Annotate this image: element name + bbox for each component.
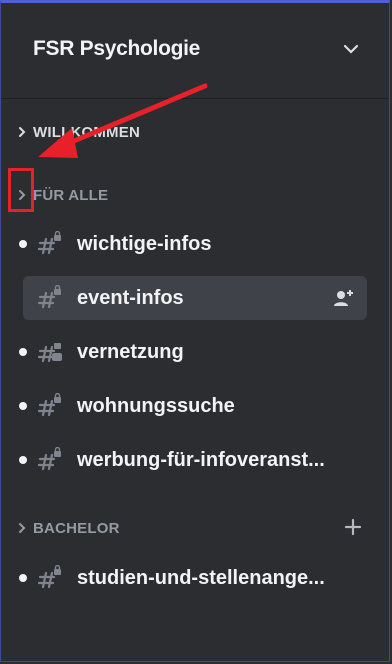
category-bachelor[interactable]: BACHELOR: [15, 516, 120, 540]
unread-indicator: [19, 348, 27, 356]
channel-label: studien-und-stellenange...: [77, 566, 325, 589]
channel-vernetzung[interactable]: vernetzung: [19, 330, 367, 374]
server-name: FSR Psychologie: [33, 37, 201, 60]
category-willkommen[interactable]: WILLKOMMEN: [15, 120, 140, 144]
annotation-highlight-box: [8, 168, 34, 212]
chevron-right-icon: [19, 523, 26, 533]
locked-hash-icon: [37, 231, 61, 255]
channel-werbung-fuer-infoveranstaltungen[interactable]: werbung-für-infoveranst...: [19, 438, 367, 482]
forum-hash-icon: [37, 343, 62, 363]
unread-indicator: [19, 240, 27, 248]
plus-icon[interactable]: [343, 517, 363, 537]
channel-label: werbung-für-infoveranst...: [77, 448, 325, 471]
locked-hash-icon: [37, 447, 61, 471]
chevron-right-icon: [19, 127, 26, 137]
unread-indicator: [19, 456, 27, 464]
channel-label: wohnungssuche: [77, 394, 235, 417]
unread-indicator: [19, 402, 27, 410]
category-label: FÜR ALLE: [33, 186, 109, 204]
category-label: WILLKOMMEN: [33, 123, 140, 141]
chevron-down-icon[interactable]: [343, 41, 359, 57]
channel-sidebar: FSR Psychologie WILLKOMMEN FÜR ALLE wich…: [0, 0, 390, 662]
server-header[interactable]: FSR Psychologie: [1, 3, 389, 99]
locked-hash-icon: [37, 393, 61, 417]
channel-label: wichtige-infos: [77, 232, 212, 255]
category-label: BACHELOR: [33, 519, 120, 537]
locked-hash-icon: [37, 565, 61, 589]
channel-label: vernetzung: [77, 340, 184, 363]
add-member-icon[interactable]: [333, 288, 355, 308]
locked-hash-icon: [37, 285, 61, 309]
unread-indicator: [19, 574, 27, 582]
channel-wohnungssuche[interactable]: wohnungssuche: [19, 384, 367, 428]
channel-wichtige-infos[interactable]: wichtige-infos: [19, 222, 367, 266]
channel-studien-und-stellenangebote[interactable]: studien-und-stellenange...: [19, 556, 367, 600]
channel-label: event-infos: [77, 286, 184, 309]
channel-event-infos[interactable]: event-infos: [23, 276, 367, 320]
